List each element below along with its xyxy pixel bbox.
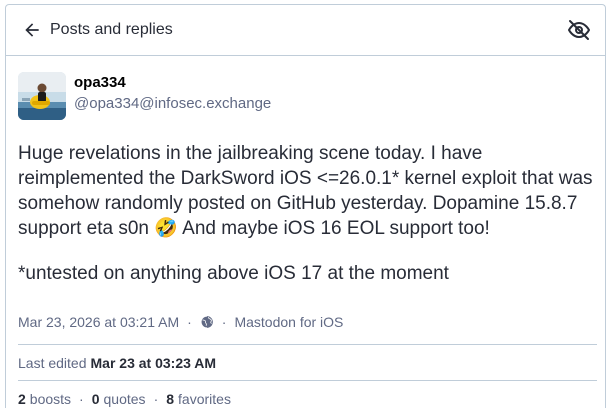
edited-date: Mar 23 at 03:23 AM: [90, 354, 217, 371]
favorites-label: favorites: [178, 390, 231, 407]
quotes-label: quotes: [103, 390, 146, 407]
back-label: Posts and replies: [50, 21, 173, 38]
application-link[interactable]: Mastodon for iOS: [234, 314, 343, 330]
content-paragraph: Huge revelations in the jailbreaking sce…: [18, 143, 593, 239]
arrow-left-icon: [22, 20, 42, 40]
separator-dot: ·: [79, 390, 84, 407]
status: opa334 @opa334@infosec.exchange Huge rev…: [6, 56, 605, 416]
separator-dot: ·: [221, 314, 227, 330]
column-header: Posts and replies: [6, 5, 605, 56]
quotes-link[interactable]: 0 quotes: [92, 391, 146, 407]
edited-prefix: Last edited: [18, 354, 87, 371]
status-stats: 2 boosts · 0 quotes · 8 favorites: [18, 380, 597, 416]
status-meta: Mar 23, 2026 at 03:21 AM · · Mastodon fo…: [18, 312, 605, 332]
status-detail-panel: Posts and replies opa334 @opa334@infosec…: [5, 4, 606, 408]
account-names: opa334 @opa334@infosec.exchange: [74, 72, 271, 114]
status-timestamp-link[interactable]: Mar 23, 2026 at 03:21 AM: [18, 314, 179, 330]
edited-row[interactable]: Last edited Mar 23 at 03:23 AM: [18, 344, 597, 380]
display-name[interactable]: opa334: [74, 74, 271, 92]
eye-slash-icon[interactable]: [567, 18, 591, 42]
boosts-label: boosts: [29, 390, 72, 407]
account-header[interactable]: opa334 @opa334@infosec.exchange: [18, 72, 605, 120]
avatar[interactable]: [18, 72, 66, 120]
account-handle[interactable]: @opa334@infosec.exchange: [74, 94, 271, 114]
quotes-count: 0: [91, 390, 100, 407]
boosts-link[interactable]: 2 boosts: [18, 391, 71, 407]
favorites-link[interactable]: 8 favorites: [166, 391, 231, 407]
globe-icon: [200, 315, 214, 329]
boosts-count: 2: [18, 390, 26, 407]
content-paragraph: *untested on anything above iOS 17 at th…: [18, 263, 449, 284]
separator-dot: ·: [153, 390, 159, 407]
back-button[interactable]: Posts and replies: [22, 20, 173, 40]
status-content: Huge revelations in the jailbreaking sce…: [18, 141, 603, 286]
separator-dot: ·: [187, 314, 192, 330]
favorites-count: 8: [166, 390, 175, 407]
